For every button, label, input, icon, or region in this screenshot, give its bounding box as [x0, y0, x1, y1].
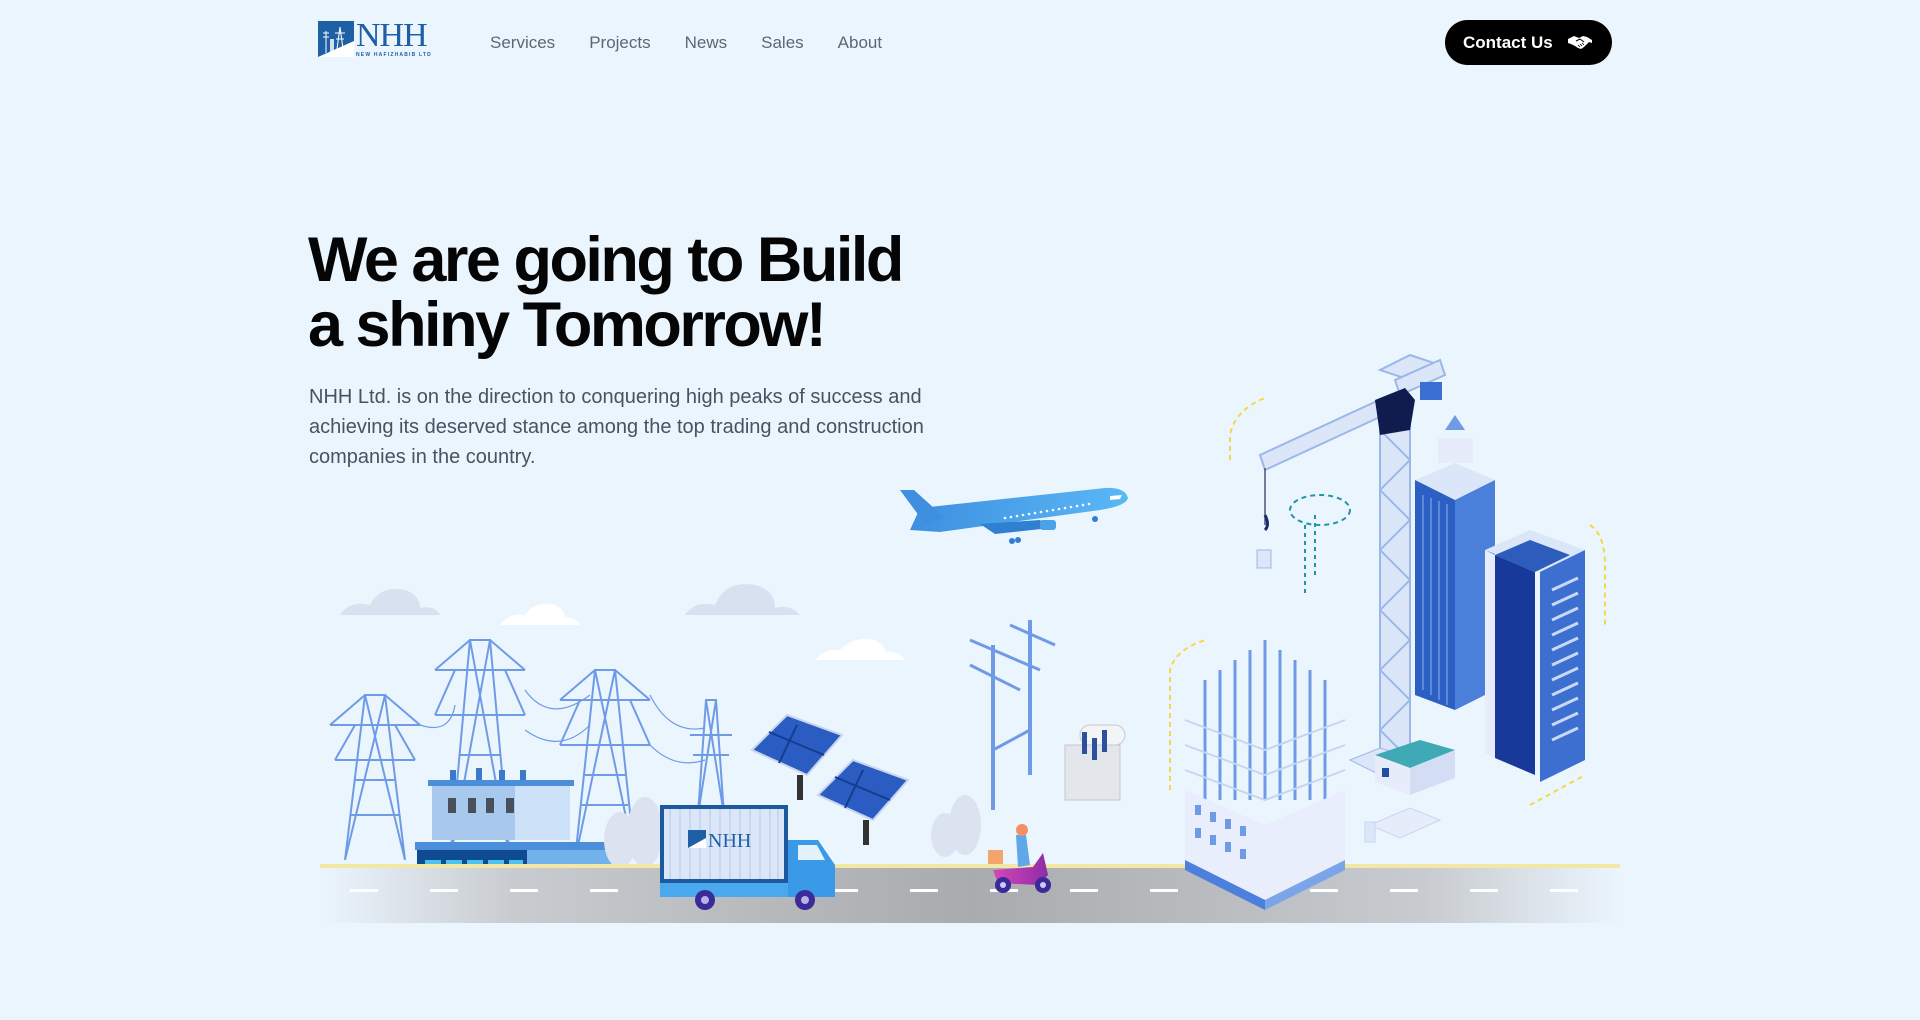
- airplane: [900, 487, 1128, 544]
- nav-services[interactable]: Services: [490, 30, 555, 56]
- crane-cab: [1375, 388, 1415, 435]
- hero-title-line-2: a shiny Tomorrow!: [308, 290, 827, 360]
- nav-sales[interactable]: Sales: [761, 30, 804, 56]
- hero-title-line-1: We are going to Build: [308, 225, 904, 295]
- utility-pole: [969, 620, 1056, 810]
- solar-panel: [816, 758, 910, 845]
- nav-projects[interactable]: Projects: [589, 30, 650, 56]
- truck-logo: NHH: [708, 830, 751, 852]
- navbar: NHH NEW HAFIZHABIB LTD Services Projects…: [0, 0, 1920, 86]
- cloud: [815, 638, 905, 660]
- transformer: [1064, 724, 1126, 801]
- hero-title: We are going to Build a shiny Tomorrow!: [308, 228, 1008, 358]
- tower: [690, 699, 732, 820]
- contact-us-button[interactable]: Contact Us: [1445, 20, 1612, 65]
- cloud: [340, 589, 440, 615]
- tower: [329, 694, 421, 861]
- construction-materials: [1364, 807, 1442, 843]
- handshake-icon: [1567, 33, 1593, 53]
- building-under-construction: [1169, 639, 1346, 910]
- cloud: [685, 584, 800, 615]
- cloud: [500, 603, 580, 625]
- logo-subtitle: NEW HAFIZHABIB LTD: [356, 52, 432, 58]
- scooter-rider: [988, 824, 1051, 893]
- skyscraper-left: [1415, 415, 1495, 710]
- nav-news[interactable]: News: [685, 30, 728, 56]
- nav-about[interactable]: About: [838, 30, 882, 56]
- main-nav: Services Projects News Sales About: [490, 30, 882, 56]
- hero-illustration: NHH: [320, 353, 1620, 923]
- company-logo[interactable]: NHH NEW HAFIZHABIB LTD: [318, 17, 432, 58]
- logo-mark-icon: [318, 21, 354, 57]
- contact-us-label: Contact Us: [1463, 32, 1553, 52]
- delivery-truck: NHH: [660, 805, 835, 910]
- road: [320, 864, 1620, 923]
- logo-letters: NHH: [356, 17, 428, 54]
- clouds: [340, 584, 800, 615]
